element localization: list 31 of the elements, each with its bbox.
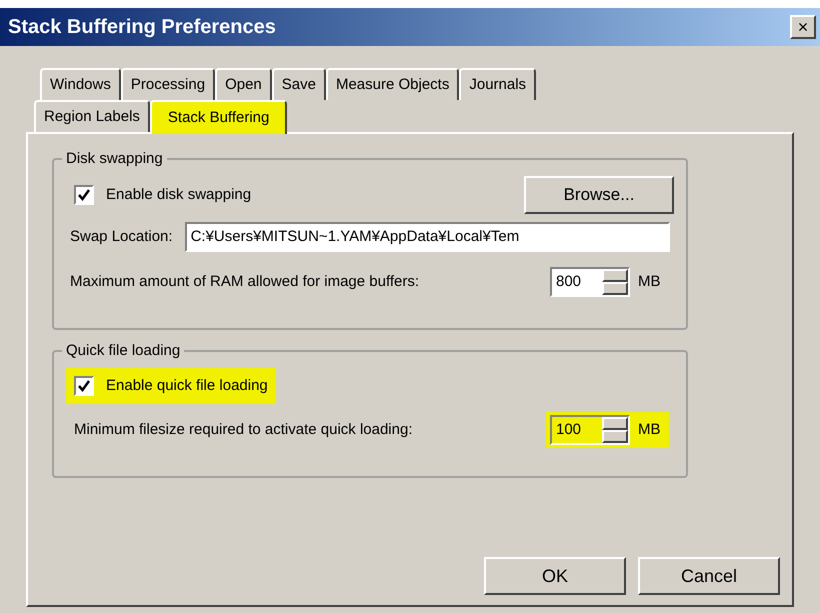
spinner-arrows-icon[interactable] (602, 269, 628, 295)
unit-label: MB (638, 272, 662, 292)
unit-label: MB (638, 420, 662, 440)
checkbox-row[interactable]: Enable disk swapping (66, 177, 260, 213)
spinner-arrows-icon[interactable] (602, 417, 628, 443)
tab[interactable]: Open (215, 68, 272, 100)
tab[interactable]: Region Labels (34, 100, 150, 132)
close-button[interactable]: × (790, 15, 816, 39)
field-label: Maximum amount of RAM allowed for image buffers: (69, 272, 420, 292)
swap-location-field[interactable]: C:¥Users¥MITSUN~1.YAM¥AppData¥Local¥Tem (184, 222, 670, 252)
tab[interactable]: Journals (459, 68, 536, 100)
checkbox[interactable] (74, 376, 94, 396)
checkbox[interactable] (74, 185, 94, 205)
dialog-button[interactable]: OK (484, 557, 626, 595)
checkmark-icon (77, 379, 91, 393)
browse-button[interactable]: Browse... (524, 176, 674, 214)
checkbox-label: Enable quick file loading (106, 376, 268, 396)
dialog-button[interactable]: Cancel (638, 557, 780, 595)
tab[interactable]: Windows (40, 68, 121, 100)
tab[interactable]: Save (272, 68, 326, 100)
checkbox-row[interactable]: Enable quick file loading (66, 368, 276, 404)
field-label: Minimum filesize required to activate quick loading: (73, 420, 414, 440)
window-title: Stack Buffering Preferences (8, 15, 277, 40)
checkbox-label: Enable disk swapping (106, 184, 252, 205)
number-field[interactable]: 100 (550, 415, 630, 445)
tab[interactable]: Measure Objects (326, 68, 460, 100)
tab[interactable]: Stack Buffering (150, 100, 288, 134)
checkmark-icon (77, 188, 91, 202)
tab[interactable]: Processing (120, 68, 216, 100)
number-field[interactable]: 800 (550, 267, 630, 297)
field-label: Swap Location: (70, 226, 173, 247)
